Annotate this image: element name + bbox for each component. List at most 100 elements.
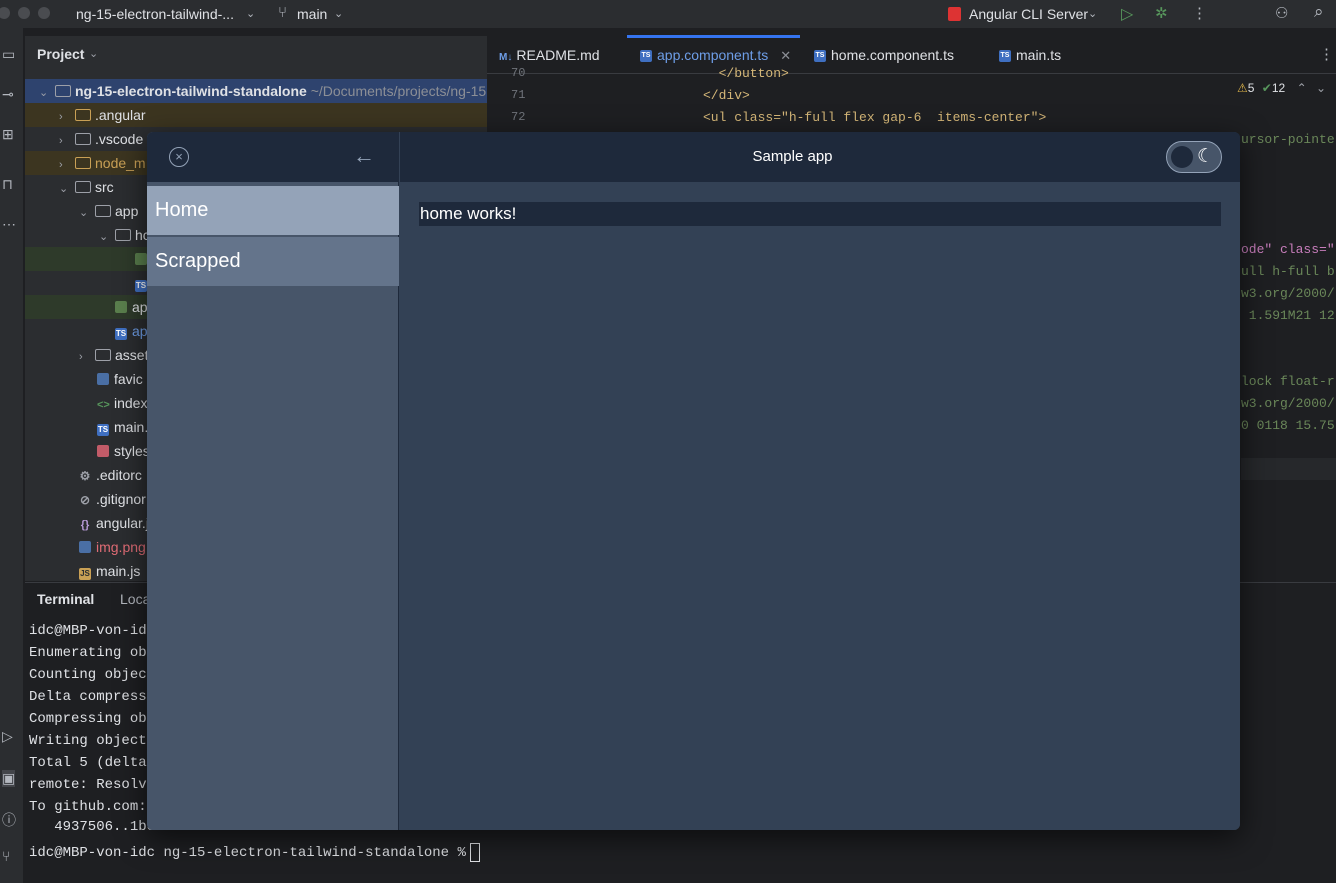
code-line: </div> <box>703 88 750 103</box>
moon-icon: ☾ <box>1197 146 1215 167</box>
tree-item-label: img.png <box>96 539 146 555</box>
toggle-knob <box>1171 146 1193 168</box>
dark-mode-toggle[interactable]: ☾ <box>1166 141 1222 173</box>
tree-item-label: index <box>114 395 148 411</box>
code-fragment: 0 0118 15.75 <box>1241 418 1335 433</box>
add-user-icon[interactable]: ⚇ <box>1275 4 1288 22</box>
structure-icon[interactable]: ⊞ <box>2 126 14 143</box>
tab-main[interactable]: TS main.ts <box>999 47 1061 63</box>
chevron-right-icon: › <box>59 135 63 147</box>
sample-app-window: × ← Home Scrapped Sample app ☾ home work… <box>147 132 1240 830</box>
nav-item-home[interactable]: Home <box>147 186 399 235</box>
prompt-path: ng-15-electron-tailwind-standalone % <box>163 845 466 862</box>
chevron-down-icon: ⌄ <box>1088 8 1098 20</box>
html-file-icon <box>135 253 147 265</box>
more-menu-icon[interactable]: ⋮ <box>1192 4 1207 22</box>
window-close-dot[interactable] <box>0 7 10 19</box>
project-panel-title[interactable]: Project <box>37 46 84 62</box>
more-tabs-icon[interactable]: ⋮ <box>1319 45 1334 63</box>
home-content-text: home works! <box>419 202 1221 226</box>
caret-line-highlight <box>1241 458 1336 480</box>
folder-icon <box>115 229 131 241</box>
git-icon[interactable]: ⑂ <box>2 848 10 864</box>
tab-readme[interactable]: M↓ README.md <box>499 47 600 63</box>
terminal-line: Writing objects <box>29 733 156 749</box>
chevron-up-icon[interactable]: ⌃ <box>1297 81 1307 95</box>
terminal-cursor <box>469 843 480 862</box>
code-fragment: w3.org/2000/ <box>1241 286 1335 301</box>
close-icon[interactable]: × <box>169 147 189 167</box>
tree-item-label: favic <box>114 371 143 387</box>
ts-file-icon: TS <box>115 328 127 340</box>
npm-icon[interactable]: ⊓ <box>2 176 13 193</box>
ts-file-icon: TS <box>999 50 1011 63</box>
tab-terminal[interactable]: Terminal <box>37 591 94 607</box>
more-tools-icon[interactable]: ⋯ <box>2 216 16 233</box>
code-fragment: ull h-full b <box>1241 264 1335 279</box>
folder-icon <box>95 349 111 361</box>
inspection-widget[interactable]: ⚠5 ✔12 ⌃ ⌄ <box>1237 81 1326 95</box>
tree-item[interactable]: › .angular <box>25 103 487 127</box>
app-sidebar: × ← Home Scrapped <box>147 132 399 830</box>
markdown-icon: M↓ <box>499 52 513 63</box>
chevron-down-icon: ⌄ <box>89 48 99 60</box>
check-icon: ✔ <box>1261 81 1272 95</box>
tree-item-label: asset <box>115 347 149 363</box>
tree-item-label: .gitignor <box>96 491 146 507</box>
chevron-down-icon[interactable]: ⌄ <box>1316 81 1326 95</box>
tab-local[interactable]: Loca <box>120 591 150 607</box>
terminal-line: Delta compressi <box>29 689 156 705</box>
tree-item-label: node_m <box>95 155 146 171</box>
check-count: 12 <box>1271 81 1286 95</box>
folder-icon <box>75 133 91 145</box>
terminal-line: To github.com:x <box>29 799 156 815</box>
commit-icon[interactable]: ⊸ <box>2 86 14 103</box>
tab-label: README.md <box>516 47 600 63</box>
services-icon[interactable]: ▷ <box>2 728 13 745</box>
window-minimize-dot[interactable] <box>18 7 30 19</box>
chevron-down-icon: ⌄ <box>334 8 344 20</box>
terminal-icon[interactable]: ▣ <box>2 770 16 787</box>
code-fragment: ode" class=" <box>1241 242 1335 257</box>
scss-file-icon <box>97 445 109 457</box>
terminal-prompt[interactable]: idc@MBP-von-idc ng-15-electron-tailwind-… <box>29 843 480 862</box>
window-zoom-dot[interactable] <box>38 7 50 19</box>
tree-item-label: main. <box>114 419 149 435</box>
search-icon[interactable]: ⌕ <box>1314 2 1324 22</box>
folder-icon <box>75 109 91 121</box>
chevron-down-icon: ⌄ <box>39 87 49 99</box>
warning-count: 5 <box>1247 81 1255 95</box>
branch-icon: ⑂ <box>278 4 288 21</box>
tab-label: home.component.ts <box>831 47 954 63</box>
arrow-left-icon[interactable]: ← <box>353 143 375 169</box>
folder-icon <box>95 205 111 217</box>
tree-item-label: styles <box>114 443 150 459</box>
json-file-icon: {} <box>80 519 90 531</box>
line-number: 72 <box>511 110 526 124</box>
code-fragment: ursor-pointe <box>1241 132 1335 147</box>
run-icon[interactable]: ▷ <box>1121 4 1133 24</box>
tab-app-component[interactable]: TS app.component.ts ✕ <box>640 47 791 64</box>
js-file-icon: JS <box>79 568 91 580</box>
debug-icon[interactable]: ✲ <box>1155 4 1168 22</box>
prompt-user: idc@MBP-von-idc <box>29 845 156 862</box>
run-config-selector[interactable]: Angular CLI Server <box>969 6 1088 22</box>
tab-label: app.component.ts <box>657 47 769 63</box>
nav-item-scrapped[interactable]: Scrapped <box>147 237 399 286</box>
terminal-line: remote: Resolvi <box>29 777 156 793</box>
close-icon[interactable]: ✕ <box>780 48 791 63</box>
branch-switcher[interactable]: main <box>297 6 327 22</box>
code-line: <ul class="h-full flex gap-6 items-cente… <box>703 110 1047 125</box>
problems-icon[interactable]: ⓘ <box>2 810 16 830</box>
tree-root[interactable]: ⌄ ng-15-electron-tailwind-standalone ~/Do… <box>25 79 487 103</box>
html-file-icon <box>115 301 127 313</box>
project-switcher[interactable]: ng-15-electron-tailwind-... <box>76 6 234 22</box>
tab-home-component[interactable]: TS home.component.ts <box>814 47 954 63</box>
chevron-down-icon: ⌄ <box>79 207 89 219</box>
tree-item-label: .vscode <box>95 131 144 147</box>
terminal-line: Enumerating obj <box>29 645 156 661</box>
folder-icon[interactable]: ▭ <box>2 46 15 63</box>
tool-window-strip: ▭ ⊸ ⊞ ⊓ ⋯ ▷ ▣ ⓘ ⑂ <box>0 28 24 883</box>
ide-titlebar: ng-15-electron-tailwind-... ⌄ ⑂ main ⌄ A… <box>0 0 1336 28</box>
folder-icon <box>75 157 91 169</box>
